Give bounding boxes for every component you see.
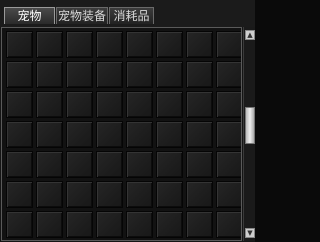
inventory-slot[interactable]: [216, 31, 241, 58]
inventory-slot[interactable]: [126, 61, 153, 88]
inventory-slot[interactable]: [36, 211, 63, 238]
inventory-slot[interactable]: [126, 121, 153, 148]
inventory-slot[interactable]: [126, 91, 153, 118]
pet-inventory-panel: 就是我的 哈 我的宝贝们 宠物 宠物装备 消耗品 ▲ ▼: [0, 0, 255, 242]
arrow-down-icon[interactable]: ▼: [245, 228, 255, 238]
inventory-slot[interactable]: [36, 151, 63, 178]
inventory-slot[interactable]: [216, 91, 241, 118]
inventory-slot[interactable]: [126, 31, 153, 58]
scrollbar[interactable]: ▲ ▼: [243, 27, 255, 241]
inventory-slot[interactable]: [66, 31, 93, 58]
inventory-slot[interactable]: [186, 181, 213, 208]
inventory-slot[interactable]: [66, 181, 93, 208]
inventory-slot[interactable]: [96, 121, 123, 148]
inventory-slot[interactable]: [186, 61, 213, 88]
inventory-grid-frame: [1, 27, 242, 241]
tab-consumables[interactable]: 消耗品: [109, 7, 154, 24]
inventory-slot[interactable]: [156, 211, 183, 238]
inventory-slot[interactable]: [6, 91, 33, 118]
inventory-slot[interactable]: [186, 211, 213, 238]
inventory-slot[interactable]: [66, 91, 93, 118]
inventory-slot[interactable]: [6, 61, 33, 88]
inventory-slot[interactable]: [6, 181, 33, 208]
inventory-slot[interactable]: [216, 61, 241, 88]
inventory-slot[interactable]: [126, 181, 153, 208]
inventory-slot[interactable]: [96, 211, 123, 238]
inventory-slot[interactable]: [66, 151, 93, 178]
inventory-slot[interactable]: [186, 151, 213, 178]
inventory-slot[interactable]: [96, 61, 123, 88]
inventory-slot[interactable]: [96, 151, 123, 178]
arrow-up-icon[interactable]: ▲: [245, 30, 255, 40]
inventory-slot[interactable]: [156, 121, 183, 148]
inventory-slot[interactable]: [156, 91, 183, 118]
inventory-slot[interactable]: [186, 121, 213, 148]
inventory-slot[interactable]: [96, 181, 123, 208]
inventory-slot[interactable]: [216, 151, 241, 178]
inventory-slot[interactable]: [66, 211, 93, 238]
inventory-slot[interactable]: [36, 61, 63, 88]
inventory-slot[interactable]: [156, 61, 183, 88]
inventory-slot[interactable]: [126, 211, 153, 238]
inventory-slot[interactable]: [96, 31, 123, 58]
inventory-slot[interactable]: [156, 151, 183, 178]
tab-pet-equipment[interactable]: 宠物装备: [56, 7, 108, 24]
inventory-slot[interactable]: [216, 211, 241, 238]
tab-bar: 宠物 宠物装备 消耗品: [0, 0, 255, 27]
inventory-slot[interactable]: [216, 121, 241, 148]
inventory-slot[interactable]: [96, 91, 123, 118]
tab-pets[interactable]: 宠物: [4, 7, 55, 24]
inventory-slot[interactable]: [216, 181, 241, 208]
inventory-slot[interactable]: [66, 121, 93, 148]
inventory-slot[interactable]: [6, 151, 33, 178]
inventory-slot[interactable]: [186, 31, 213, 58]
inventory-slot[interactable]: [6, 121, 33, 148]
inventory-slot[interactable]: [6, 31, 33, 58]
inventory-slot[interactable]: [36, 121, 63, 148]
inventory-grid: [6, 31, 241, 238]
inventory-slot[interactable]: [66, 61, 93, 88]
scrollbar-thumb[interactable]: [245, 107, 255, 144]
inventory-slot[interactable]: [36, 31, 63, 58]
inventory-slot[interactable]: [126, 151, 153, 178]
inventory-slot[interactable]: [156, 31, 183, 58]
inventory-slot[interactable]: [6, 211, 33, 238]
inventory-slot[interactable]: [36, 91, 63, 118]
inventory-slot[interactable]: [186, 91, 213, 118]
inventory-slot[interactable]: [156, 181, 183, 208]
inventory-slot[interactable]: [36, 181, 63, 208]
